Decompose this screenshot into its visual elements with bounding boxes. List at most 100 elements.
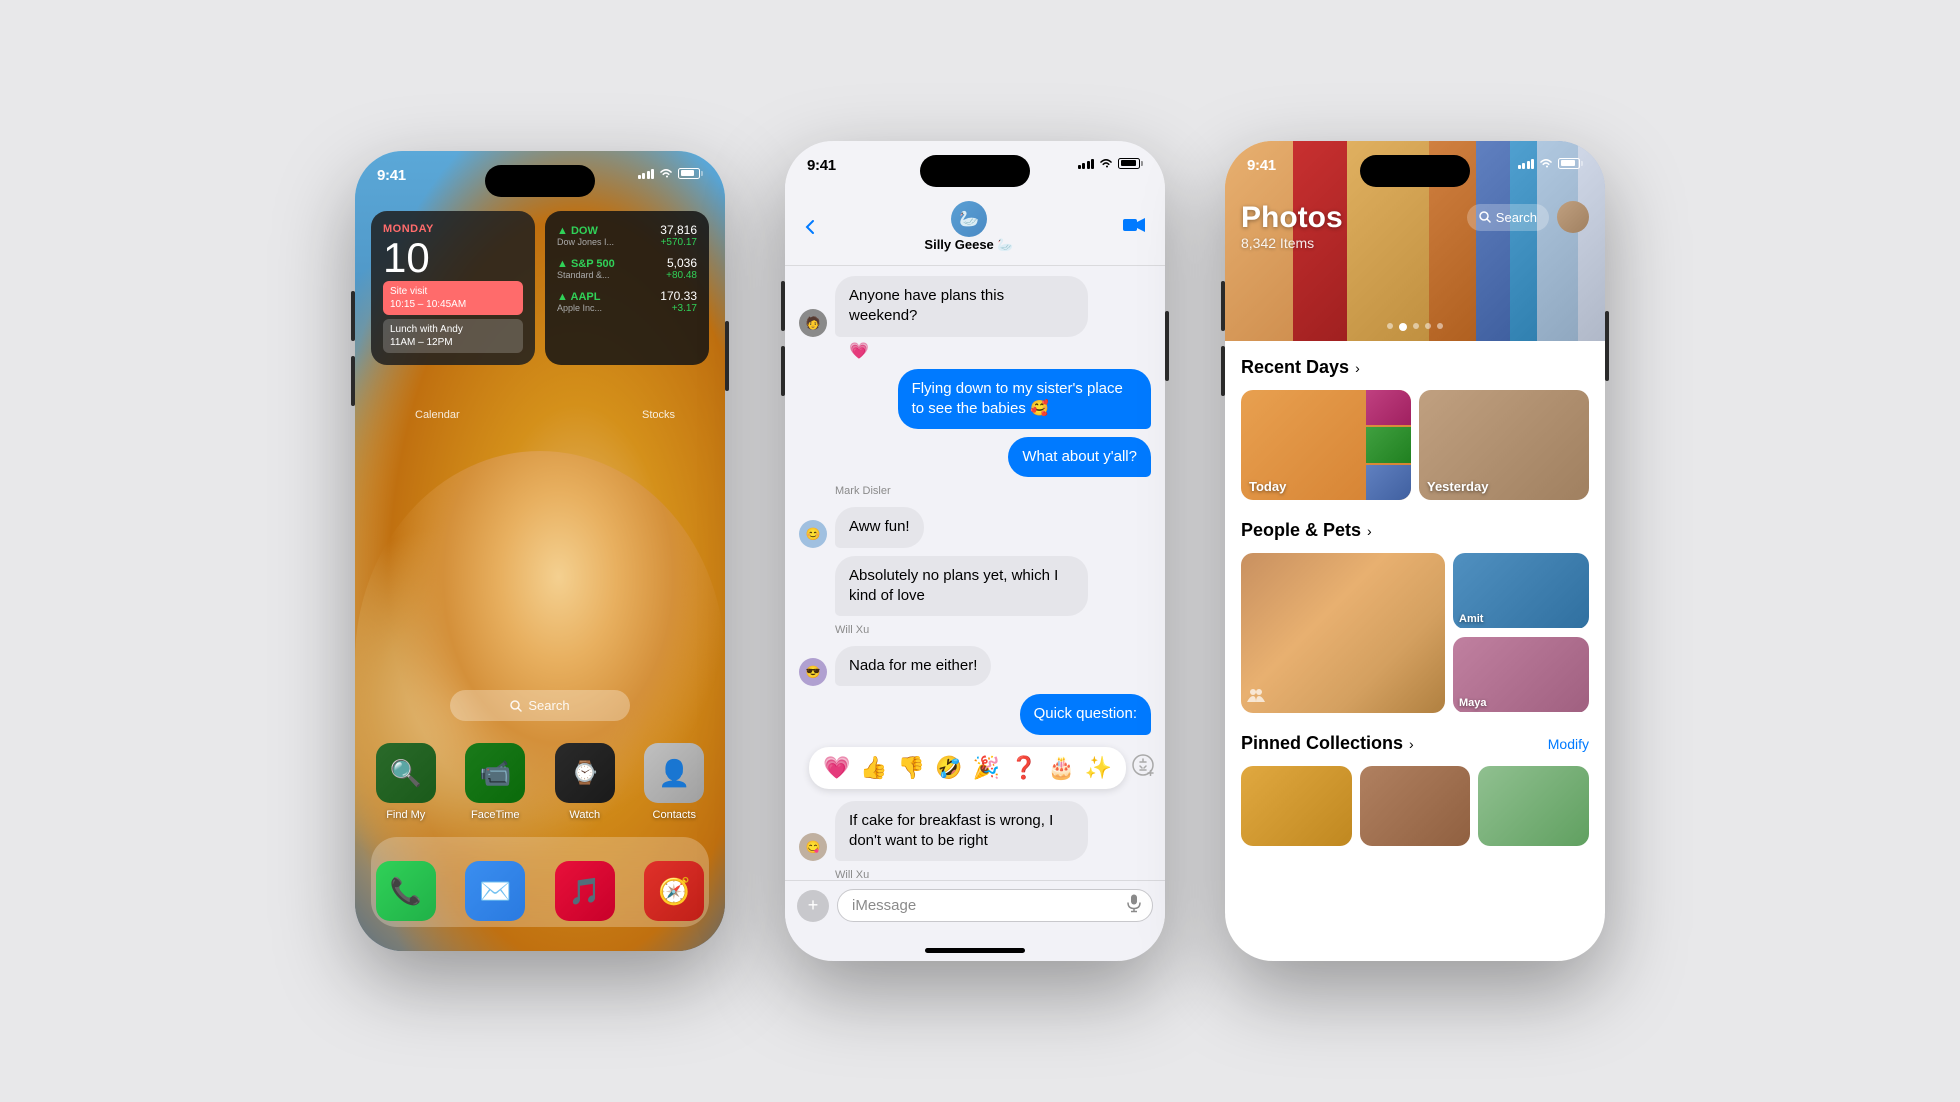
recent-days-chevron[interactable]: › [1355, 360, 1360, 376]
message-3: What about y'all? [799, 437, 1151, 477]
add-attachment-button[interactable]: + [797, 890, 829, 922]
contacts-icon-wrapper[interactable]: 👤 Contacts [640, 743, 710, 821]
phone-3-frame: 9:41 [1225, 141, 1605, 961]
emoji-sparkle[interactable]: ✨ [1085, 755, 1112, 781]
dot-4 [1425, 323, 1431, 329]
mail-icon-wrapper[interactable]: ✉️ [461, 861, 531, 921]
calendar-event-1: Site visit 10:15 – 10:45AM [383, 281, 523, 315]
dynamic-island [485, 165, 595, 197]
status-icons-3 [1518, 157, 1584, 169]
mail-app-icon: ✉️ [465, 861, 525, 921]
dot-2 [1399, 323, 1407, 331]
phone-2-frame: 9:41 [785, 141, 1165, 961]
people-chevron[interactable]: › [1367, 523, 1372, 539]
mic-button[interactable] [1127, 894, 1141, 917]
bubble-6: Nada for me either! [835, 646, 991, 686]
bubble-8: If cake for breakfast is wrong, I don't … [835, 801, 1088, 862]
phone-icon-wrapper[interactable]: 📞 [371, 861, 441, 921]
add-reaction-icon [1132, 754, 1154, 776]
stocks-widget[interactable]: ▲ DOWDow Jones I... 37,816+570.17 ▲ S&P … [545, 211, 709, 365]
pinned-title-group: Pinned Collections › [1241, 733, 1414, 754]
group-avatar: 🦢 [951, 201, 987, 237]
power-button[interactable] [725, 321, 729, 391]
emoji-bar[interactable]: 💗 👍 👎 🤣 🎉 ❓ 🎂 ✨ [809, 747, 1126, 789]
thumb-3 [1366, 465, 1411, 500]
back-icon [805, 219, 815, 235]
yesterday-card[interactable]: Yesterday [1419, 390, 1589, 500]
people-title-group: People & Pets › [1241, 520, 1372, 541]
pinned-card-1[interactable] [1241, 766, 1352, 846]
contacts-app-icon: 👤 [644, 743, 704, 803]
emoji-thumbsup[interactable]: 👍 [860, 755, 887, 781]
pinned-chevron[interactable]: › [1409, 736, 1414, 752]
message-input-bar: + iMessage [785, 880, 1165, 942]
music-icon-wrapper[interactable]: 🎵 [550, 861, 620, 921]
spotlight-search[interactable]: Search [450, 690, 630, 721]
today-thumbnails [1366, 390, 1411, 500]
signal-icon-2 [1078, 157, 1095, 169]
pinned-bg-2 [1360, 766, 1471, 846]
home-bar-2 [925, 948, 1025, 953]
today-bg: Today [1241, 390, 1411, 500]
bubble-5: Absolutely no plans yet, which I kind of… [835, 556, 1088, 617]
photos-search-button[interactable]: Search [1467, 204, 1549, 231]
bubble-3: What about y'all? [1008, 437, 1151, 477]
watch-icon-wrapper[interactable]: ⌚ Watch [550, 743, 620, 821]
status-time-3: 9:41 [1247, 157, 1276, 174]
message-2: Flying down to my sister's place to see … [799, 369, 1151, 430]
pinned-card-2[interactable] [1360, 766, 1471, 846]
calendar-widget[interactable]: Monday 10 Site visit 10:15 – 10:45AM Lun… [371, 211, 535, 365]
today-card[interactable]: Today [1241, 390, 1411, 500]
messages-list: 🧑 Anyone have plans this weekend? 💗 Flyi… [785, 266, 1165, 880]
add-reaction-button[interactable] [1132, 754, 1154, 782]
status-icons [638, 167, 704, 179]
amit-card[interactable]: Amit [1453, 553, 1589, 629]
people-main-card[interactable] [1241, 553, 1445, 713]
power-button-3[interactable] [1605, 311, 1609, 381]
video-call-button[interactable] [1123, 216, 1145, 239]
sender-will-2: Will Xu [835, 869, 1151, 880]
avatar-1: 🧑 [799, 309, 827, 337]
calendar-date: 10 [383, 237, 523, 279]
maya-card[interactable]: Maya [1453, 637, 1589, 713]
calendar-event-2: Lunch with Andy 11AM – 12PM [383, 319, 523, 353]
compass-icon-wrapper[interactable]: 🧭 [640, 861, 710, 921]
message-6: 😎 Nada for me either! [799, 646, 1151, 686]
photos-page-dots [1387, 323, 1443, 331]
watch-label: Watch [569, 809, 600, 821]
watch-app-icon: ⌚ [555, 743, 615, 803]
emoji-question[interactable]: ❓ [1010, 755, 1037, 781]
group-people-icon [1247, 688, 1265, 702]
emoji-celebrate[interactable]: 🎉 [973, 755, 1000, 781]
facetime-icon-wrapper[interactable]: 📹 FaceTime [461, 743, 531, 821]
bubble-2: Flying down to my sister's place to see … [898, 369, 1151, 430]
emoji-heart[interactable]: 💗 [823, 755, 850, 781]
compass-app-icon: 🧭 [644, 861, 704, 921]
search-icon-3 [1479, 211, 1491, 223]
emoji-laugh[interactable]: 🤣 [935, 755, 962, 781]
stock-row-3: ▲ AAPLApple Inc... 170.33+3.17 [557, 289, 697, 314]
message-input[interactable]: iMessage [837, 889, 1153, 922]
pinned-card-3[interactable] [1478, 766, 1589, 846]
people-group-icon [1247, 688, 1265, 707]
message-5: Absolutely no plans yet, which I kind of… [799, 556, 1151, 617]
modify-button[interactable]: Modify [1548, 736, 1589, 752]
photos-title-group: Photos 8,342 Items [1241, 201, 1343, 251]
power-button-2[interactable] [1165, 311, 1169, 381]
message-1: 🧑 Anyone have plans this weekend? [799, 276, 1151, 337]
message-8: 😋 If cake for breakfast is wrong, I don'… [799, 801, 1151, 862]
pinned-collections-header: Pinned Collections › Modify [1241, 733, 1589, 754]
yesterday-bg: Yesterday [1419, 390, 1589, 500]
find-my-icon[interactable]: 🔍 Find My [371, 743, 441, 821]
input-wrapper: iMessage [837, 889, 1153, 922]
battery-icon [678, 168, 703, 179]
message-7: Quick question: [799, 694, 1151, 734]
back-button[interactable] [805, 219, 815, 235]
photos-screen: 9:41 [1225, 141, 1605, 961]
emoji-cake[interactable]: 🎂 [1047, 755, 1074, 781]
group-info[interactable]: 🦢 Silly Geese 🦢 [924, 201, 1013, 253]
user-avatar[interactable] [1557, 201, 1589, 233]
people-small-col: Amit Maya [1453, 553, 1589, 713]
emoji-thumbsdown[interactable]: 👎 [898, 755, 925, 781]
stocks-label: Stocks [642, 409, 675, 421]
